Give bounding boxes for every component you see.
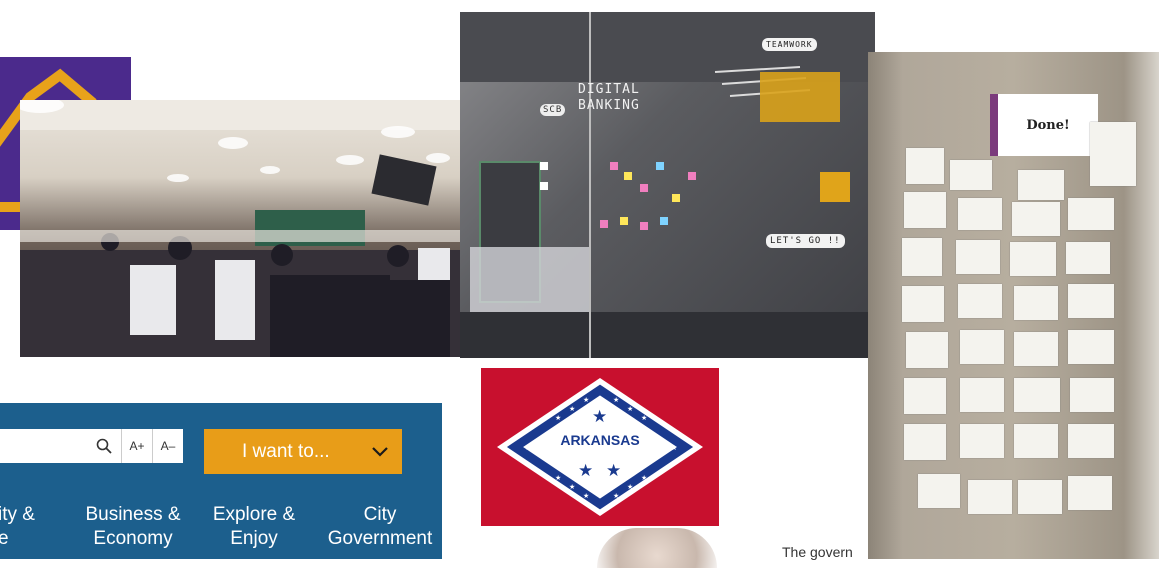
sticky-note: [1070, 378, 1114, 412]
sticky-note: [918, 474, 960, 508]
sticky-note: [956, 240, 1000, 274]
sticky-note: [1018, 170, 1064, 200]
sticky-note: [960, 330, 1004, 364]
sticky-note: [902, 286, 944, 322]
sticky-note: [1090, 122, 1136, 186]
sticky-note: [1014, 378, 1060, 412]
nav-item-community[interactable]: ity & e: [0, 503, 42, 551]
sticky-note: [1068, 284, 1114, 318]
sticky-pixel: [656, 162, 664, 170]
nav-item-business-economy[interactable]: Business & Economy: [78, 503, 188, 551]
sticky-note: [960, 424, 1004, 458]
sticky-note: [1018, 480, 1062, 514]
city-site-header: A+ A– I want to... ity & e Business & Ec…: [0, 403, 442, 559]
sticky-note: [968, 480, 1012, 514]
sticky-pixel: [620, 217, 628, 225]
sticky-note: [906, 332, 948, 368]
i-want-to-label: I want to...: [242, 440, 330, 462]
svg-text:★: ★: [555, 474, 561, 482]
font-increase-button[interactable]: A+: [121, 429, 152, 463]
svg-text:★: ★: [583, 492, 589, 500]
sticky-pixel: [540, 162, 548, 170]
nav-item-city-government[interactable]: City Government: [324, 503, 436, 551]
sticky-note: [1068, 330, 1114, 364]
office-scene-icon: [20, 100, 482, 357]
article-snippet: The govern: [782, 544, 853, 560]
i-want-to-dropdown[interactable]: I want to...: [204, 429, 402, 474]
svg-text:★: ★: [641, 414, 647, 422]
sticky-note: [1066, 242, 1110, 274]
sticky-note: [1068, 476, 1112, 510]
sticky-note: [904, 378, 946, 414]
arkansas-flag: ★ ★ ★ ★ ★ ★ ★ ★ ★ ★ ★ ★ ★ ★ ★ ★ ★ ARKANSAS: [481, 368, 719, 526]
sticky-notes-photo: Done!: [868, 52, 1159, 559]
svg-text:★: ★: [606, 461, 621, 481]
portrait-photo: [597, 528, 717, 568]
flag-text: ARKANSAS: [560, 432, 640, 448]
sticky-note: [1014, 286, 1058, 320]
teamwork-label: TEAMWORK: [762, 38, 817, 51]
sticky-pixel: [640, 184, 648, 192]
sticky-pixel: [688, 172, 696, 180]
sticky-note: [902, 238, 942, 276]
done-card: Done!: [990, 94, 1098, 156]
sticky-note: [1014, 332, 1058, 366]
sticky-note: [950, 160, 992, 190]
scb-label: SCB: [540, 104, 566, 116]
search-icon[interactable]: [88, 429, 120, 463]
svg-text:★: ★: [555, 414, 561, 422]
svg-text:★: ★: [569, 405, 575, 413]
svg-text:★: ★: [583, 396, 589, 404]
sticky-note: [1012, 202, 1060, 236]
sticky-note: [1010, 242, 1056, 276]
digital-label: DIGITAL: [578, 82, 640, 97]
sticky-note: [960, 378, 1004, 412]
sticky-note: [958, 284, 1002, 318]
sticky-note: [1068, 424, 1114, 458]
sticky-pixel: [672, 194, 680, 202]
banking-label: BANKING: [578, 98, 640, 113]
sticky-note: [904, 192, 946, 228]
sticky-note: [1014, 424, 1058, 458]
letsgo-label: LET'S GO !!: [766, 234, 845, 248]
svg-text:★: ★: [613, 396, 619, 404]
nav-item-explore-enjoy[interactable]: Explore & Enjoy: [212, 503, 296, 551]
sticky-pixel: [624, 172, 632, 180]
sticky-pixel: [610, 162, 618, 170]
svg-text:★: ★: [627, 405, 633, 413]
svg-text:★: ★: [569, 483, 575, 491]
svg-text:★: ★: [613, 492, 619, 500]
sticky-note: [904, 424, 946, 460]
sticky-pixel: [660, 217, 668, 225]
sticky-note: [906, 148, 944, 184]
sticky-note: [958, 198, 1002, 230]
svg-text:★: ★: [627, 483, 633, 491]
office-photo: [20, 100, 482, 357]
svg-text:★: ★: [592, 407, 607, 427]
chevron-down-icon: [372, 446, 388, 457]
digital-banking-photo: DIGITAL BANKING SCB TEAMWORK LET'S GO !!: [460, 12, 875, 358]
sticky-note: [1068, 198, 1114, 230]
svg-text:★: ★: [578, 461, 593, 481]
sticky-pixel: [540, 182, 548, 190]
sticky-pixel: [640, 222, 648, 230]
glass-wall-icon: [460, 12, 875, 358]
sticky-pixel: [600, 220, 608, 228]
svg-text:★: ★: [641, 474, 647, 482]
font-decrease-button[interactable]: A–: [152, 429, 183, 463]
